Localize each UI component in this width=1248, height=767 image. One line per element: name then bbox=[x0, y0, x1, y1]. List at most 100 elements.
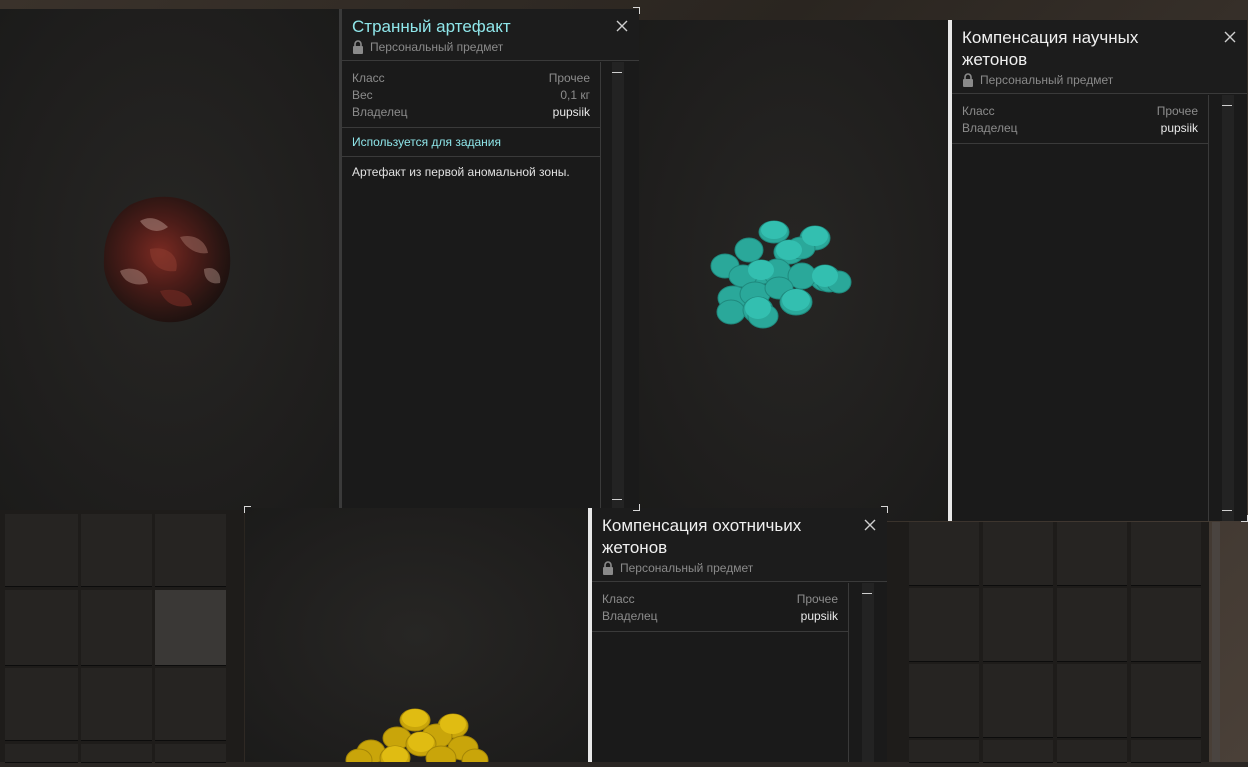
stat-row-owner: Владелец pupsiik bbox=[962, 120, 1198, 137]
item-info-panel: Странный артефакт Персональный предмет К… bbox=[339, 9, 639, 510]
scroll-bottom-marker bbox=[612, 499, 622, 500]
inventory-slot[interactable] bbox=[1057, 588, 1127, 662]
stat-key: Класс bbox=[352, 71, 385, 85]
inventory-slot[interactable] bbox=[155, 744, 226, 763]
inventory-slot[interactable] bbox=[983, 664, 1053, 738]
scroll-top-marker bbox=[612, 72, 622, 73]
inventory-slot[interactable] bbox=[81, 668, 152, 741]
corner-marker bbox=[633, 504, 640, 511]
item-header: Странный артефакт Персональный предмет bbox=[342, 9, 639, 61]
close-icon[interactable] bbox=[1223, 30, 1237, 44]
item-details: Класс Прочее Вес 0,1 кг Владелец pupsiik Ис… bbox=[342, 62, 600, 510]
item-title: Компенсация охотничьих жетонов bbox=[602, 516, 802, 557]
inventory-slot[interactable] bbox=[1057, 740, 1127, 763]
stat-value: Прочее bbox=[796, 592, 838, 606]
inventory-slot[interactable] bbox=[81, 590, 152, 666]
inventory-slot[interactable] bbox=[983, 588, 1053, 662]
tooltip-scrollbar[interactable] bbox=[1222, 95, 1234, 521]
item-info-panel: Компенсация научных жетонов Персональный… bbox=[948, 20, 1247, 521]
item-subtitle: Персональный предмет bbox=[352, 40, 599, 54]
close-icon[interactable] bbox=[615, 19, 629, 33]
science-tokens-icon bbox=[710, 220, 852, 329]
inventory-slot[interactable] bbox=[5, 744, 78, 763]
item-title: Странный артефакт bbox=[352, 17, 511, 36]
inventory-slot[interactable] bbox=[81, 744, 152, 763]
lock-icon bbox=[353, 40, 363, 54]
corner-marker bbox=[244, 506, 251, 513]
inventory-slot[interactable] bbox=[1131, 664, 1201, 738]
stat-key: Владелец bbox=[602, 609, 658, 623]
stat-value: Прочее bbox=[1156, 104, 1198, 118]
item-details: Класс Прочее Владелец pupsiik bbox=[952, 95, 1208, 521]
inventory-slot[interactable] bbox=[909, 522, 979, 586]
corner-marker bbox=[633, 7, 640, 14]
inventory-slot[interactable] bbox=[1131, 740, 1201, 763]
item-header: Компенсация охотничьих жетонов Персональ… bbox=[592, 508, 887, 582]
stat-value: Прочее bbox=[548, 71, 590, 85]
stat-key: Владелец bbox=[962, 121, 1018, 135]
item-preview-area bbox=[639, 20, 948, 521]
stat-row-class: Класс Прочее bbox=[962, 103, 1198, 120]
hunting-tokens-icon bbox=[345, 708, 489, 767]
stat-value: 0,1 кг bbox=[560, 88, 590, 102]
stat-row-class: Класс Прочее bbox=[602, 591, 838, 608]
inventory-grid-left bbox=[0, 510, 244, 763]
item-stats: Класс Прочее Вес 0,1 кг Владелец pupsiik bbox=[342, 62, 600, 128]
inventory-slot[interactable] bbox=[155, 668, 226, 741]
item-description: Артефакт из первой аномальной зоны. bbox=[352, 165, 570, 179]
inventory-slot[interactable] bbox=[1131, 522, 1201, 586]
corner-marker bbox=[1241, 515, 1248, 522]
stat-key: Класс bbox=[962, 104, 995, 118]
close-icon[interactable] bbox=[863, 518, 877, 532]
inventory-slot-selected[interactable] bbox=[155, 590, 226, 666]
stat-value: pupsiik bbox=[800, 609, 838, 623]
strange-artifact-icon bbox=[103, 196, 231, 323]
inventory-slot[interactable] bbox=[5, 514, 78, 587]
item-tooltip-science-tokens: Компенсация научных жетонов Персональный… bbox=[639, 20, 1247, 521]
stat-key: Класс bbox=[602, 592, 635, 606]
scroll-bottom-marker bbox=[1222, 510, 1232, 511]
inventory-slot[interactable] bbox=[983, 740, 1053, 763]
inventory-slot[interactable] bbox=[1131, 588, 1201, 662]
quest-usage-label: Используется для задания bbox=[342, 128, 600, 157]
stat-value: pupsiik bbox=[552, 105, 590, 119]
details-divider bbox=[600, 62, 601, 510]
item-subtitle: Персональный предмет bbox=[962, 73, 1207, 87]
tooltip-scrollbar[interactable] bbox=[862, 583, 874, 762]
item-details: Класс Прочее Владелец pupsiik bbox=[592, 583, 848, 762]
personal-item-label: Персональный предмет bbox=[370, 40, 504, 54]
inventory-slot[interactable] bbox=[909, 588, 979, 662]
personal-item-label: Персональный предмет bbox=[980, 73, 1114, 87]
details-divider bbox=[848, 583, 849, 762]
inventory-slot[interactable] bbox=[909, 740, 979, 763]
stat-key: Владелец bbox=[352, 105, 408, 119]
stat-row-weight: Вес 0,1 кг bbox=[352, 87, 590, 104]
inventory-grid-right bbox=[887, 522, 1209, 763]
corner-marker bbox=[881, 506, 888, 513]
inventory-slot[interactable] bbox=[1057, 664, 1127, 738]
inventory-slot[interactable] bbox=[1057, 522, 1127, 586]
stat-row-class: Класс Прочее bbox=[352, 70, 590, 87]
inventory-scrollbar[interactable] bbox=[1212, 522, 1220, 762]
tooltip-scrollbar[interactable] bbox=[612, 62, 624, 510]
item-preview-area bbox=[245, 508, 588, 767]
personal-item-label: Персональный предмет bbox=[620, 561, 754, 575]
item-info-panel: Компенсация охотничьих жетонов Персональ… bbox=[588, 508, 887, 762]
item-stats: Класс Прочее Владелец pupsiik bbox=[592, 583, 848, 632]
stat-value: pupsiik bbox=[1160, 121, 1198, 135]
inventory-slot[interactable] bbox=[5, 668, 78, 741]
item-tooltip-strange-artifact: Странный артефакт Персональный предмет К… bbox=[0, 9, 639, 510]
inventory-slot[interactable] bbox=[983, 522, 1053, 586]
scroll-top-marker bbox=[1222, 105, 1232, 106]
inventory-slot[interactable] bbox=[155, 514, 226, 587]
item-preview-area bbox=[0, 9, 339, 510]
lock-icon bbox=[963, 73, 973, 87]
inventory-slot[interactable] bbox=[909, 664, 979, 738]
item-header: Компенсация научных жетонов Персональный… bbox=[952, 20, 1247, 94]
scroll-top-marker bbox=[862, 593, 872, 594]
item-stats: Класс Прочее Владелец pupsiik bbox=[952, 95, 1208, 144]
item-title: Компенсация научных жетонов bbox=[962, 28, 1139, 69]
stat-key: Вес bbox=[352, 88, 373, 102]
inventory-slot[interactable] bbox=[81, 514, 152, 587]
inventory-slot[interactable] bbox=[5, 590, 78, 666]
